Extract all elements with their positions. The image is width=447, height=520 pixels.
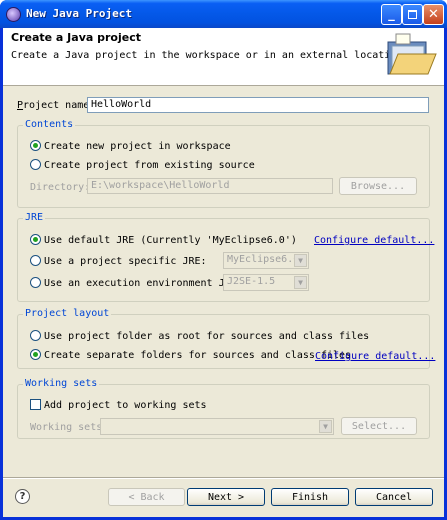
chevron-down-icon: ▼ <box>319 420 332 433</box>
page-description: Create a Java project in the workspace o… <box>11 50 409 61</box>
working-sets-label: Working sets: <box>30 422 109 433</box>
directory-input[interactable]: E:\workspace\HelloWorld <box>87 178 333 194</box>
execution-env-value: J2SE-1.5 <box>227 276 276 287</box>
directory-label: Directory: <box>30 182 91 193</box>
help-icon[interactable]: ? <box>15 489 30 504</box>
specific-jre-label[interactable]: Use a project specific JRE: <box>44 256 207 267</box>
select-working-sets-button[interactable]: Select... <box>341 417 417 435</box>
add-to-working-sets-checkbox[interactable] <box>30 399 41 410</box>
finish-button[interactable]: Finish <box>271 488 349 506</box>
execution-env-label[interactable]: Use an execution environment JRE: <box>44 278 243 289</box>
specific-jre-radio[interactable] <box>30 255 41 266</box>
existing-source-radio[interactable] <box>30 159 41 170</box>
minimize-button[interactable]: _ <box>381 4 402 25</box>
chevron-down-icon: ▼ <box>294 254 307 267</box>
project-layout-group-title: Project layout <box>23 308 112 319</box>
folder-root-label[interactable]: Use project folder as root for sources a… <box>44 331 369 342</box>
working-sets-combo[interactable]: ▼ <box>100 418 334 435</box>
default-jre-radio[interactable] <box>30 234 41 245</box>
dialog-window: New Java Project _ ✕ Create a Java proje… <box>0 0 447 520</box>
title-bar[interactable]: New Java Project _ ✕ <box>0 0 447 28</box>
chevron-down-icon: ▼ <box>294 276 307 289</box>
minimize-icon: _ <box>388 7 395 22</box>
back-button[interactable]: < Back <box>108 488 185 506</box>
dialog-body: Create a Java project Create a Java proj… <box>3 28 444 517</box>
button-bar-separator <box>3 477 444 479</box>
project-name-label: Project name: <box>17 100 96 111</box>
jre-group-title: JRE <box>23 212 46 223</box>
next-button[interactable]: Next > <box>187 488 265 506</box>
execution-env-radio[interactable] <box>30 277 41 288</box>
browse-button[interactable]: Browse... <box>339 177 417 195</box>
eclipse-app-icon <box>6 7 21 22</box>
create-new-project-label[interactable]: Create new project in workspace <box>44 141 231 152</box>
close-button[interactable]: ✕ <box>423 4 444 25</box>
page-title: Create a Java project <box>11 31 141 44</box>
existing-source-label[interactable]: Create project from existing source <box>44 160 255 171</box>
create-new-project-radio[interactable] <box>30 140 41 151</box>
maximize-icon <box>408 10 417 19</box>
folder-root-radio[interactable] <box>30 330 41 341</box>
wizard-header: Create a Java project Create a Java proj… <box>3 28 444 86</box>
specific-jre-combo[interactable]: MyEclipse6.0 ▼ <box>223 252 309 269</box>
separate-folders-label[interactable]: Create separate folders for sources and … <box>44 350 351 361</box>
maximize-button[interactable] <box>402 4 423 25</box>
project-name-input[interactable]: HelloWorld <box>87 97 429 113</box>
separate-folders-radio[interactable] <box>30 349 41 360</box>
cancel-button[interactable]: Cancel <box>355 488 433 506</box>
new-folder-wizard-icon <box>387 33 437 75</box>
working-sets-group-title: Working sets <box>23 378 100 389</box>
layout-configure-default-link[interactable]: Configure default... <box>315 351 435 362</box>
close-icon: ✕ <box>428 7 439 22</box>
add-to-working-sets-label[interactable]: Add project to working sets <box>44 400 207 411</box>
window-title: New Java Project <box>26 7 132 20</box>
specific-jre-value: MyEclipse6.0 <box>227 254 300 265</box>
contents-group-title: Contents <box>23 119 76 130</box>
default-jre-label[interactable]: Use default JRE (Currently 'MyEclipse6.0… <box>44 235 297 246</box>
jre-configure-default-link[interactable]: Configure default... <box>314 235 434 246</box>
execution-env-combo[interactable]: J2SE-1.5 ▼ <box>223 274 309 291</box>
